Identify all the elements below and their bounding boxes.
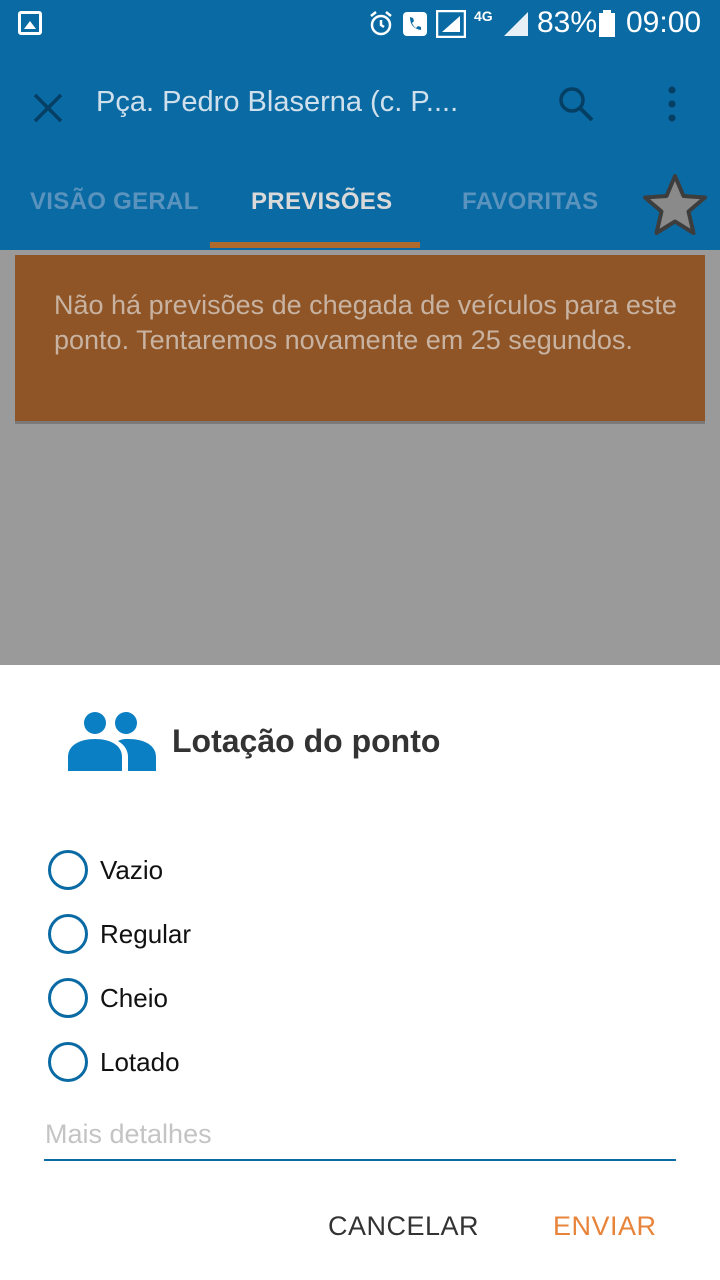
dialog-title: Lotação do ponto [172, 723, 441, 759]
option-packed[interactable]: Lotado [48, 1042, 448, 1086]
battery-percent: 83% [537, 6, 598, 39]
active-tab-indicator [210, 242, 420, 248]
close-icon[interactable] [24, 84, 72, 132]
gallery-notification-icon [18, 11, 42, 35]
radio-button[interactable] [48, 914, 88, 954]
no-forecast-banner: Não há previsões de chegada de veículos … [15, 255, 705, 421]
cancel-button[interactable]: CANCELAR [328, 1211, 479, 1242]
signal-box-icon [436, 10, 466, 38]
option-empty[interactable]: Vazio [48, 850, 448, 894]
option-label: Regular [100, 919, 192, 949]
app-bar: Pça. Pedro Blaserna (c. P.... VISÃO GERA… [0, 48, 720, 250]
option-label: Lotado [100, 1047, 180, 1077]
wifi-call-icon [403, 12, 427, 36]
radio-button[interactable] [48, 850, 88, 890]
tab-forecasts[interactable]: PREVISÕES [251, 188, 392, 216]
tab-overview[interactable]: VISÃO GERAL [30, 188, 199, 216]
stop-title: Pça. Pedro Blaserna (c. P.... [96, 86, 459, 118]
details-placeholder: Mais detalhes [45, 1119, 212, 1149]
option-label: Vazio [100, 855, 164, 885]
details-input[interactable]: Mais detalhes [44, 1115, 676, 1161]
banner-message: Não há previsões de chegada de veículos … [54, 290, 677, 355]
option-regular[interactable]: Regular [48, 914, 448, 958]
send-button[interactable]: ENVIAR [553, 1211, 657, 1242]
status-bar: 4G 83% 09:00 [0, 0, 720, 48]
more-options-icon[interactable] [652, 80, 692, 128]
people-icon [68, 712, 156, 771]
radio-button[interactable] [48, 1042, 88, 1082]
radio-button[interactable] [48, 978, 88, 1018]
crowding-dialog: Lotação do ponto Vazio Regular Cheio Lot… [0, 665, 720, 1280]
battery-icon [599, 10, 615, 37]
network-type: 4G [474, 8, 493, 24]
favorite-star-icon[interactable] [640, 172, 710, 238]
cell-signal-icon [504, 12, 528, 36]
tab-favorites[interactable]: FAVORITAS [462, 188, 598, 216]
option-full[interactable]: Cheio [48, 978, 448, 1022]
clock: 09:00 [626, 6, 702, 39]
option-label: Cheio [100, 983, 168, 1013]
alarm-icon [370, 11, 392, 36]
search-icon[interactable] [552, 80, 600, 128]
